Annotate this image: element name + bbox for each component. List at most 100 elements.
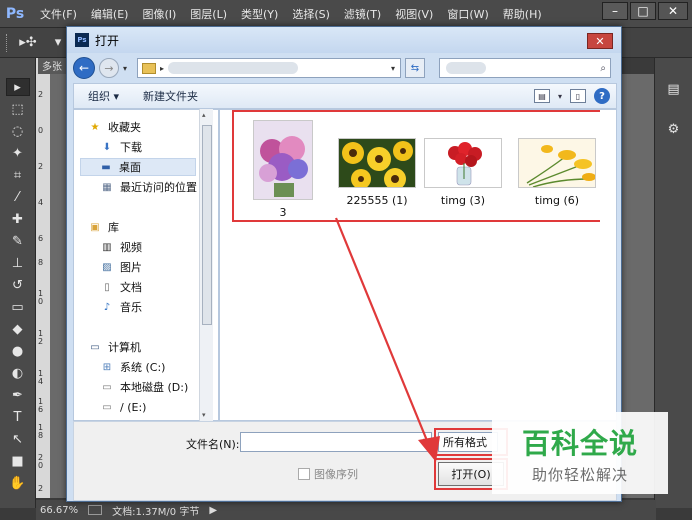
maximize-icon[interactable]: □ — [630, 2, 656, 20]
file-list: 3 225555 (1) timg (3) timg (6) — [219, 109, 617, 421]
file-item[interactable]: timg (3) — [418, 138, 508, 207]
move-icon[interactable]: ▸ — [5, 78, 30, 96]
menu-filter[interactable]: 滤镜(T) — [344, 6, 381, 22]
filename-dropdown-icon[interactable]: ▾ — [423, 436, 427, 445]
nav-desktop[interactable]: ▬ 桌面 — [80, 158, 196, 176]
nav-downloads[interactable]: ⬇ 下载 — [100, 138, 142, 156]
ruler-mark: 2 — [38, 484, 44, 493]
pictures-icon: ▨ — [102, 261, 112, 273]
new-folder-button[interactable]: 新建文件夹 — [143, 88, 198, 104]
nav-music[interactable]: ♪ 音乐 — [100, 298, 142, 316]
nav-label: 库 — [108, 221, 119, 234]
organize-button[interactable]: 组织 ▾ — [88, 88, 119, 104]
crop-icon[interactable]: ⌗ — [6, 166, 30, 184]
nav-computer[interactable]: ▭ 计算机 — [88, 338, 141, 356]
status-arrow-icon[interactable]: ▶ — [209, 505, 217, 516]
ruler-mark: 8 — [38, 258, 44, 267]
menu-file[interactable]: 文件(F) — [40, 6, 77, 22]
address-bar[interactable]: ▸ ▾ — [137, 58, 401, 78]
document-icon: ▯ — [104, 281, 110, 293]
nav-favorites[interactable]: ★ 收藏夹 — [88, 118, 141, 136]
search-input[interactable]: ⌕ — [439, 58, 611, 78]
file-thumbnail — [338, 138, 416, 188]
menu-window[interactable]: 窗口(W) — [447, 6, 488, 22]
scroll-down-icon[interactable]: ▾ — [202, 411, 206, 419]
library-icon: ▣ — [90, 221, 100, 233]
back-button[interactable]: ← — [73, 57, 95, 79]
view-mode-icon[interactable]: ▤ — [533, 89, 550, 103]
menu-select[interactable]: 选择(S) — [292, 6, 330, 22]
filename-label: 文件名(N): — [186, 438, 240, 451]
zoom-level[interactable]: 66.67% — [40, 505, 78, 516]
brush-icon[interactable]: ✎ — [6, 232, 30, 250]
history-panel-icon[interactable]: ▤ — [663, 78, 685, 100]
shape-icon[interactable]: ■ — [6, 452, 30, 470]
drive-icon: ▭ — [102, 401, 112, 413]
image-sequence-checkbox[interactable] — [298, 468, 310, 480]
scroll-up-icon[interactable]: ▴ — [202, 111, 206, 119]
nav-libraries[interactable]: ▣ 库 — [88, 218, 119, 236]
eraser-icon[interactable]: ▭ — [6, 298, 30, 316]
help-icon[interactable]: ? — [594, 88, 610, 104]
hand-icon[interactable]: ✋ — [6, 474, 30, 492]
history-brush-icon[interactable]: ↺ — [6, 276, 30, 294]
filename-input[interactable]: ▾ — [240, 432, 432, 452]
nav-videos[interactable]: ▥ 视频 — [100, 238, 142, 256]
file-name: timg (6) — [534, 194, 580, 207]
menu-type[interactable]: 类型(Y) — [241, 6, 278, 22]
magic-wand-icon[interactable]: ✦ — [6, 144, 30, 162]
path-select-icon[interactable]: ↖ — [6, 430, 30, 448]
nav-drive-c[interactable]: ⊞ 系统 (C:) — [100, 358, 166, 376]
menu-layer[interactable]: 图层(L) — [190, 6, 227, 22]
watermark-slogan: 助你轻松解决 — [531, 465, 628, 484]
menu-edit[interactable]: 编辑(E) — [91, 6, 129, 22]
bucket-icon[interactable]: ◆ — [6, 320, 30, 338]
move-tool-icon[interactable]: ▸✣ — [16, 34, 40, 52]
close-icon[interactable]: ✕ — [658, 2, 688, 20]
nav-scrollbar[interactable]: ▴ ▾ — [199, 109, 213, 421]
stamp-icon[interactable]: ⊥ — [6, 254, 30, 272]
nav-label: 下载 — [120, 141, 142, 154]
address-dropdown-icon[interactable]: ▾ — [386, 64, 400, 73]
image-sequence-option[interactable]: 图像序列 — [298, 466, 358, 482]
dodge-icon[interactable]: ◐ — [6, 364, 30, 382]
menu-image[interactable]: 图像(I) — [142, 6, 176, 22]
music-icon: ♪ — [103, 301, 111, 313]
breadcrumb-arrow-icon[interactable]: ▸ — [160, 64, 164, 73]
properties-panel-icon[interactable]: ⚙ — [663, 118, 685, 140]
minimize-icon[interactable]: – — [602, 2, 628, 20]
drive-icon: ▭ — [102, 381, 112, 393]
nav-label: 收藏夹 — [108, 121, 141, 134]
ruler-mark: 1 4 — [38, 369, 44, 386]
navigation-pane: ★ 收藏夹 ⬇ 下载 ▬ 桌面 ▦ 最近访问的位置 ▣ 库 ▥ 视频 ▨ 图片 … — [73, 109, 219, 421]
search-icon[interactable]: ⌕ — [600, 63, 606, 74]
nav-drive-d[interactable]: ▭ 本地磁盘 (D:) — [100, 378, 188, 396]
nav-drive-e[interactable]: ▭ / (E:) — [100, 398, 146, 416]
healing-icon[interactable]: ✚ — [6, 210, 30, 228]
blur-icon[interactable]: ● — [6, 342, 30, 360]
tools-panel: ▸ ⬚ ◌ ✦ ⌗ ⁄ ✚ ✎ ⊥ ↺ ▭ ◆ ● ◐ ✒ T ↖ ■ ✋ — [0, 58, 36, 508]
ruler-mark: 1 8 — [38, 423, 44, 440]
file-item[interactable]: 225555 (1) — [332, 138, 422, 207]
refresh-button[interactable]: ⇆ — [405, 58, 425, 78]
nav-scroll-thumb[interactable] — [202, 125, 212, 325]
nav-documents[interactable]: ▯ 文档 — [100, 278, 142, 296]
file-item[interactable]: 3 — [238, 120, 328, 219]
history-dropdown-icon[interactable]: ▾ — [123, 58, 133, 78]
nav-label: 桌面 — [119, 161, 141, 174]
lasso-icon[interactable]: ◌ — [6, 122, 30, 140]
dialog-close-button[interactable]: ✕ — [587, 33, 613, 49]
file-item[interactable]: timg (6) — [512, 138, 602, 207]
nav-recent[interactable]: ▦ 最近访问的位置 — [100, 178, 197, 196]
menu-view[interactable]: 视图(V) — [395, 6, 433, 22]
nav-pictures[interactable]: ▨ 图片 — [100, 258, 142, 276]
view-dropdown-icon[interactable]: ▾ — [558, 92, 562, 101]
type-icon[interactable]: T — [6, 408, 30, 426]
eyedropper-icon[interactable]: ⁄ — [6, 188, 30, 206]
marquee-icon[interactable]: ⬚ — [6, 100, 30, 118]
menu-help[interactable]: 帮助(H) — [503, 6, 542, 22]
forward-button[interactable]: → — [99, 58, 119, 78]
options-grip[interactable] — [6, 33, 10, 52]
preview-pane-icon[interactable]: ▯ — [570, 89, 586, 103]
pen-icon[interactable]: ✒ — [6, 386, 30, 404]
